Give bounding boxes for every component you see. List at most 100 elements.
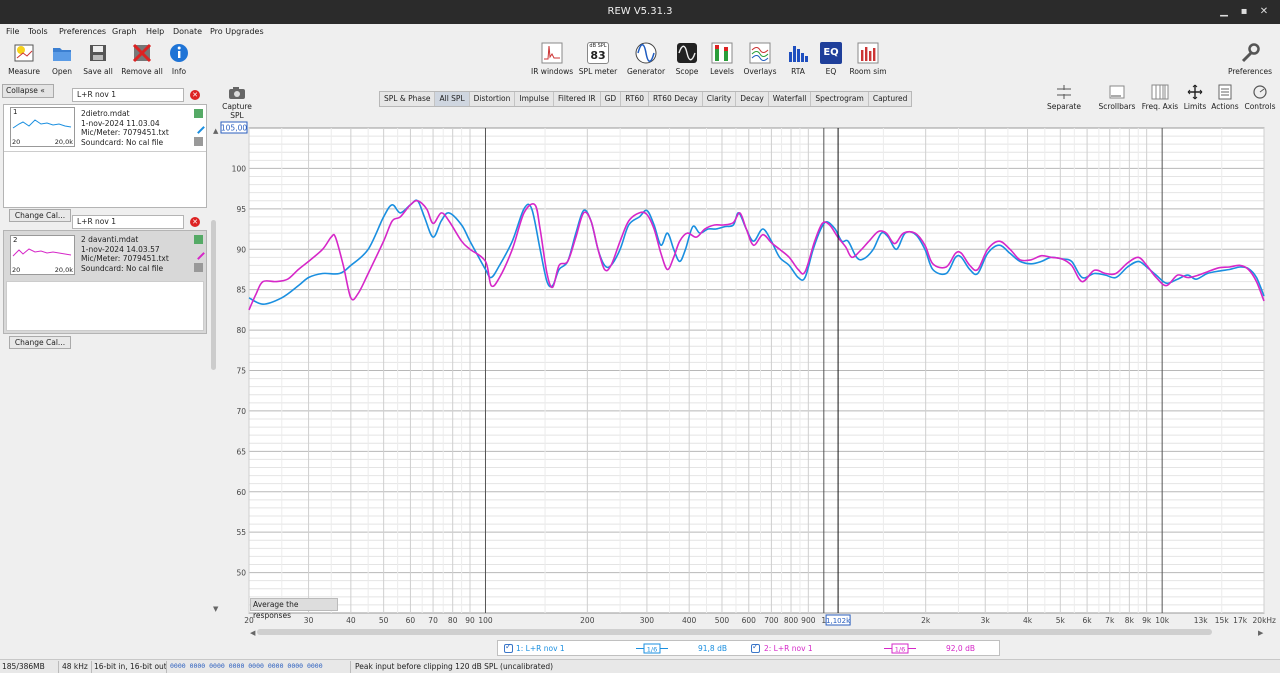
measurement-2-color-icon[interactable] — [192, 247, 205, 260]
tab-captured[interactable]: Captured — [869, 92, 912, 106]
measurement-1-change-cal-button[interactable]: Change Cal... — [9, 209, 71, 222]
freq-axis-button[interactable]: Freq. Axis — [1140, 84, 1180, 111]
lock-icon[interactable] — [194, 109, 203, 118]
tab-rt60-decay[interactable]: RT60 Decay — [649, 92, 703, 106]
tab-clarity[interactable]: Clarity — [703, 92, 737, 106]
freq-axis-icon — [1151, 84, 1169, 100]
maximize-icon[interactable]: ▪ — [1236, 4, 1252, 20]
rta-icon — [789, 46, 808, 62]
x-tick-label: 8k — [1125, 616, 1135, 625]
save-all-button[interactable]: Save all — [82, 40, 114, 78]
x-tick-label: 17k — [1233, 616, 1248, 625]
rta-button[interactable]: RTA — [786, 40, 810, 78]
menu-tools[interactable]: Tools — [28, 27, 48, 36]
ir-windows-button[interactable]: IR windows — [531, 40, 573, 78]
menu-file[interactable]: File — [6, 27, 19, 36]
tab-waterfall[interactable]: Waterfall — [769, 92, 812, 106]
limits-button[interactable]: Limits — [1180, 84, 1210, 111]
x-tick-label: 5k — [1056, 616, 1066, 625]
scroll-down-arrow-icon[interactable]: ▼ — [213, 605, 219, 613]
measurement-1-date: 1-nov-2024 11.03.04 — [81, 118, 160, 128]
room-sim-icon — [857, 42, 879, 64]
tab-spectrogram[interactable]: Spectrogram — [811, 92, 869, 106]
menu-preferences[interactable]: Preferences — [59, 27, 106, 36]
levels-icon — [711, 42, 733, 64]
panel-scrollbar[interactable] — [211, 220, 216, 370]
close-icon[interactable]: ✕ — [1256, 4, 1272, 20]
tab-rt60[interactable]: RT60 — [621, 92, 650, 106]
preferences-button[interactable]: Preferences — [1226, 40, 1274, 78]
title-bar: REW V5.31.3 ▁ ▪ ✕ — [0, 0, 1280, 24]
series-1-checkbox[interactable] — [504, 642, 513, 653]
tab-filtered-ir[interactable]: Filtered IR — [554, 92, 601, 106]
menu-donate[interactable]: Donate — [173, 27, 202, 36]
levels-button[interactable]: Levels — [708, 40, 736, 78]
series-1-smoothing-icon[interactable]: 1/6 — [636, 643, 668, 654]
menu-graph[interactable]: Graph — [112, 27, 137, 36]
status-message: Peak input before clipping 120 dB SPL (u… — [355, 662, 554, 671]
remove-all-icon — [132, 43, 152, 63]
actions-button[interactable]: Actions — [1210, 84, 1240, 111]
tab-decay[interactable]: Decay — [736, 92, 769, 106]
menu-help[interactable]: Help — [146, 27, 164, 36]
scroll-right-arrow-icon[interactable]: ▶ — [1258, 629, 1264, 637]
x-tick-label: 3k — [981, 616, 991, 625]
x-tick-label: 13k — [1194, 616, 1209, 625]
menu-pro-upgrades[interactable]: Pro Upgrades — [210, 27, 264, 36]
tab-all-spl[interactable]: All SPL — [435, 92, 470, 106]
measurement-2-thumbnail: 2 20 20,0k — [10, 235, 75, 275]
measurement-2-name-field[interactable]: L+R nov 1 — [72, 215, 184, 229]
lock-icon[interactable] — [194, 235, 203, 244]
scrollbars-button[interactable]: Scrollbars — [1096, 84, 1138, 111]
status-memory: 185/386MB — [2, 662, 45, 671]
tab-distortion[interactable]: Distortion — [470, 92, 516, 106]
measurement-2-card[interactable]: 2 20 20,0k 2 davanti.mdat 1-nov-2024 14.… — [3, 230, 207, 334]
separate-button[interactable]: Separate — [1044, 84, 1084, 111]
x-axis-labels: 20 30 40 50 60 70 80 90 100 200 300 400 500 600 700 800… — [244, 616, 1276, 625]
capture-button[interactable]: Capture SPL — [220, 86, 254, 120]
notes-icon[interactable] — [194, 263, 203, 272]
scope-button[interactable]: Scope — [674, 40, 700, 78]
collapse-button[interactable]: Collapse « — [2, 84, 54, 98]
info-button[interactable]: Info — [168, 40, 190, 78]
scroll-up-arrow-icon[interactable]: ▲ — [213, 127, 219, 135]
x-tick-label: 300 — [640, 616, 655, 625]
average-responses-button[interactable]: Average the responses — [250, 598, 338, 620]
measurement-1-name-field[interactable]: L+R nov 1 — [72, 88, 184, 102]
tab-impulse[interactable]: Impulse — [515, 92, 555, 106]
tab-gd[interactable]: GD — [601, 92, 622, 106]
x-tick-label: 6k — [1083, 616, 1093, 625]
series-2-smoothing-icon[interactable]: 1/6 — [884, 643, 916, 654]
overlays-icon — [749, 42, 771, 64]
series-2-label: 2: L+R nov 1 — [764, 644, 813, 653]
measurement-2-change-cal-button[interactable]: Change Cal... — [9, 336, 71, 349]
scroll-left-arrow-icon[interactable]: ◀ — [250, 629, 256, 637]
minimize-icon[interactable]: ▁ — [1216, 4, 1232, 20]
horizontal-scrollbar[interactable] — [257, 629, 1212, 635]
ir-windows-icon — [541, 42, 563, 64]
measurement-1-mic: Mic/Meter: 7079451.txt — [81, 128, 169, 137]
x-tick-label: 4k — [1023, 616, 1033, 625]
info-icon — [170, 44, 188, 62]
measurement-1-card[interactable]: 1 20 20,0k 2dietro.mdat 1-nov-2024 11.03… — [3, 104, 207, 208]
spl-meter-button[interactable]: dB SPL 83 SPL meter — [578, 40, 618, 78]
generator-button[interactable]: Generator — [626, 40, 666, 78]
controls-button[interactable]: Controls — [1242, 84, 1278, 111]
measurement-2-thumb-curve — [12, 248, 72, 257]
overlays-button[interactable]: Overlays — [743, 40, 777, 78]
measurement-1-file: 2dietro.mdat — [81, 109, 130, 118]
measurement-2-remove-icon[interactable]: ✕ — [190, 217, 200, 227]
x-tick-label: 15k — [1215, 616, 1230, 625]
room-sim-button[interactable]: Room sim — [848, 40, 888, 78]
measurement-1-remove-icon[interactable]: ✕ — [190, 90, 200, 100]
series-2-checkbox[interactable] — [751, 642, 760, 653]
series-1-value: 91,8 dB — [698, 644, 727, 653]
notes-icon[interactable] — [194, 137, 203, 146]
measurement-1-color-icon[interactable] — [192, 121, 205, 134]
open-button[interactable]: Open — [48, 40, 76, 78]
tab-spl-phase[interactable]: SPL & Phase — [380, 92, 436, 106]
remove-all-button[interactable]: Remove all — [121, 40, 163, 78]
measure-button[interactable]: Measure — [6, 40, 42, 78]
eq-button[interactable]: EQ EQ — [820, 40, 842, 78]
measure-icon — [14, 44, 34, 62]
